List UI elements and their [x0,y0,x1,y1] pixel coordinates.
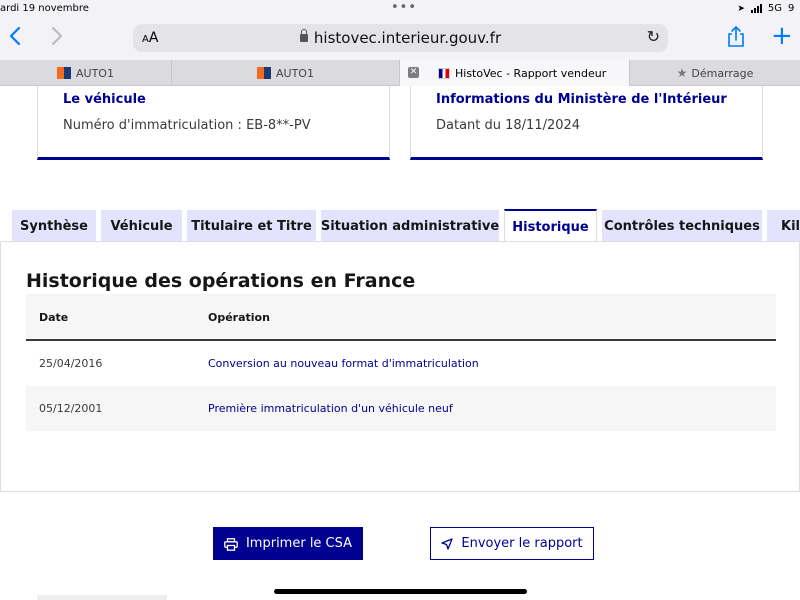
browser-tab-auto1-second[interactable]: AUTO1 [172,60,400,86]
network-type: 5G [767,3,782,14]
tab-situation-administrative[interactable]: Situation administrative [321,210,499,242]
auto1-favicon-icon [257,67,272,79]
location-arrow-icon: ➤ [737,3,745,14]
new-tab-plus-icon[interactable]: + [771,22,793,50]
vehicle-card-title: Le véhicule [63,92,146,107]
browser-toolbar: AA histovec.interieur.gouv.fr ↻ + [0,20,800,60]
footer-block [37,595,167,600]
ministry-card-title: Informations du Ministère de l'Intérieur [436,92,727,107]
status-indicators: ➤ 5G 9 [737,3,800,14]
share-icon[interactable] [726,25,746,48]
column-header-operation: Opération [208,311,270,324]
history-panel: Historique des opérations en France Date… [0,241,800,492]
reload-icon[interactable]: ↻ [647,27,660,46]
back-chevron-icon[interactable] [8,26,22,52]
printer-icon [224,537,238,551]
row-operation: Première immatriculation d'un véhicule n… [208,402,453,415]
tab-kilometrage[interactable]: Kilométrage [767,210,800,242]
table-row: 25/04/2016 Conversion au nouveau format … [26,341,776,386]
home-indicator[interactable] [274,589,527,594]
browser-tab-label: AUTO1 [76,66,114,80]
section-title: Historique des opérations en France [26,270,416,292]
history-table: Date Opération 25/04/2016 Conversion au … [26,294,776,431]
browser-tab-label: HistoVec - Rapport vendeur [455,66,607,80]
browser-tabs: AUTO1 AUTO1 ✕ HistoVec - Rapport vendeur… [0,60,800,86]
url-display[interactable]: histovec.interieur.gouv.fr [133,29,668,47]
browser-tab-histovec[interactable]: ✕ HistoVec - Rapport vendeur [400,60,630,86]
close-tab-icon[interactable]: ✕ [408,67,419,78]
battery-level: 9 [788,3,795,14]
status-time: ardi 19 novembre [0,3,89,14]
tab-titulaire-titre[interactable]: Titulaire et Titre [187,210,316,242]
print-button-label: Imprimer le CSA [245,536,353,551]
row-operation: Conversion au nouveau format d'immatricu… [208,357,479,370]
table-header: Date Opération [26,294,776,341]
browser-tab-label: AUTO1 [276,66,314,80]
signal-strength-icon [750,4,762,13]
browser-tab-auto1-first[interactable]: AUTO1 [0,60,172,86]
column-header-date: Date [39,311,69,324]
address-bar[interactable]: AA histovec.interieur.gouv.fr ↻ [133,24,668,52]
forward-chevron-icon[interactable] [50,26,64,52]
tab-synthese[interactable]: Synthèse [12,210,96,242]
send-report-button[interactable]: Envoyer le rapport [430,527,594,560]
auto1-favicon-icon [57,67,72,79]
tab-vehicule[interactable]: Véhicule [101,210,182,242]
star-icon: ★ [676,66,688,80]
histovec-favicon-icon [438,67,450,79]
print-csa-button[interactable]: Imprimer le CSA [213,527,363,560]
vehicle-card: Le véhicule Numéro d'immatriculation : E… [37,86,390,160]
browser-tab-label: Démarrage [691,66,754,80]
registration-number: Numéro d'immatriculation : EB-8**-PV [63,118,311,133]
table-row: 05/12/2001 Première immatriculation d'un… [26,386,776,431]
report-date: Datant du 18/11/2024 [436,118,581,133]
multitasking-dots-icon[interactable]: ••• [391,0,417,15]
tab-historique[interactable]: Historique [504,209,597,242]
row-date: 25/04/2016 [39,357,103,370]
url-text: histovec.interieur.gouv.fr [313,29,502,47]
tab-controles-techniques[interactable]: Contrôles techniques [602,210,762,242]
status-bar: ardi 19 novembre ••• ➤ 5G 9 [0,0,800,20]
row-date: 05/12/2001 [39,402,103,415]
lock-icon [299,29,308,42]
browser-tab-demarrage[interactable]: ★ Démarrage [630,60,800,86]
ministry-card: Informations du Ministère de l'Intérieur… [410,86,763,160]
report-tabs: Synthèse Véhicule Titulaire et Titre Sit… [0,209,800,242]
send-arrow-icon [441,537,454,550]
send-button-label: Envoyer le rapport [461,536,583,551]
